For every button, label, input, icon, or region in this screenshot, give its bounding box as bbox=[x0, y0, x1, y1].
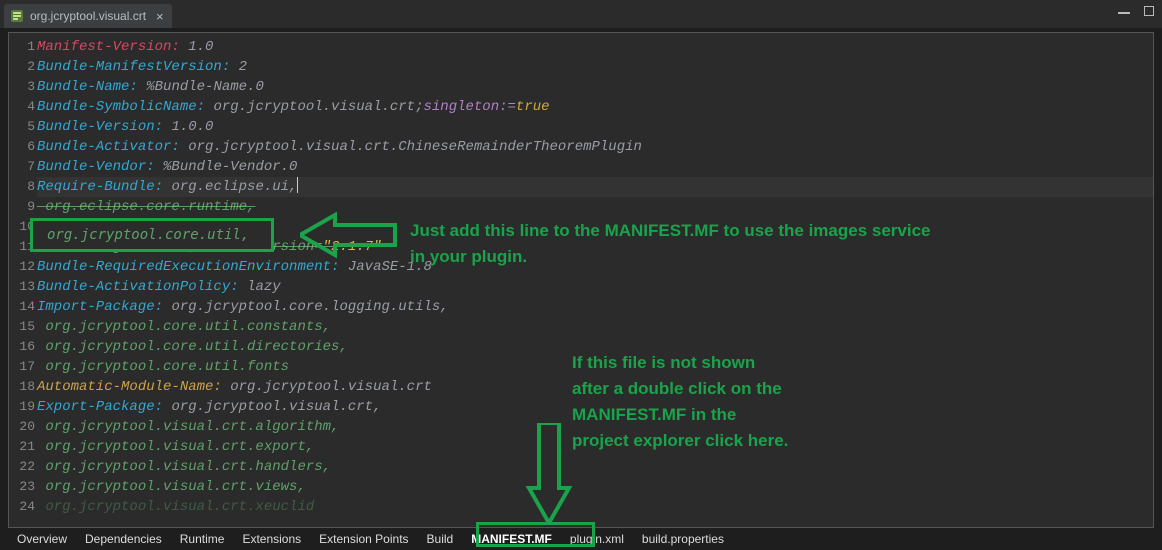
line-number: 23 bbox=[9, 477, 37, 497]
code-line[interactable]: org.jcryptool.visual.crt.xeuclid bbox=[37, 497, 1153, 517]
line-number: 5 bbox=[9, 117, 37, 137]
line-number: 4 bbox=[9, 97, 37, 117]
code-line[interactable]: org.jcryptool.visual.crt.handlers, bbox=[37, 457, 1153, 477]
code-line[interactable]: org.jcryptool.core.util.fonts bbox=[37, 357, 1153, 377]
bottom-tab-plugin-xml[interactable]: plugin.xml bbox=[561, 532, 633, 546]
line-number: 7 bbox=[9, 157, 37, 177]
tab-title: org.jcryptool.visual.crt bbox=[30, 9, 146, 23]
code-line[interactable]: com.lowagie.itext;bundle-version="2.1.7" bbox=[37, 237, 1153, 257]
editor[interactable]: 123456789101112131415161718192021222324 … bbox=[8, 32, 1154, 528]
bottom-tab-extension-points[interactable]: Extension Points bbox=[310, 532, 417, 546]
code-line[interactable]: Import-Package: org.jcryptool.core.loggi… bbox=[37, 297, 1153, 317]
code-line[interactable]: org.eclipse.core.runtime, bbox=[37, 197, 1153, 217]
code-line[interactable]: org.jcryptool.visual.crt.export, bbox=[37, 437, 1153, 457]
bottom-tab-runtime[interactable]: Runtime bbox=[171, 532, 234, 546]
code-line[interactable]: Bundle-SymbolicName: org.jcryptool.visua… bbox=[37, 97, 1153, 117]
line-number: 14 bbox=[9, 297, 37, 317]
code-line[interactable]: Bundle-ActivationPolicy: lazy bbox=[37, 277, 1153, 297]
editor-tab[interactable]: org.jcryptool.visual.crt × bbox=[4, 4, 172, 28]
bottom-tab-overview[interactable]: Overview bbox=[8, 532, 76, 546]
line-number: 13 bbox=[9, 277, 37, 297]
code-line[interactable]: org.jcryptool.core.util.directories, bbox=[37, 337, 1153, 357]
bottom-tab-manifest-mf[interactable]: MANIFEST.MF bbox=[462, 532, 561, 546]
line-number: 3 bbox=[9, 77, 37, 97]
minimize-icon[interactable] bbox=[1118, 12, 1130, 14]
code-area[interactable]: Manifest-Version: 1.0Bundle-ManifestVers… bbox=[37, 33, 1153, 517]
line-number: 9 bbox=[9, 197, 37, 217]
code-line[interactable]: Manifest-Version: 1.0 bbox=[37, 37, 1153, 57]
gutter: 123456789101112131415161718192021222324 bbox=[9, 33, 37, 517]
line-number: 22 bbox=[9, 457, 37, 477]
line-number: 20 bbox=[9, 417, 37, 437]
code-line[interactable]: Bundle-Version: 1.0.0 bbox=[37, 117, 1153, 137]
bottom-tab-build-properties[interactable]: build.properties bbox=[633, 532, 733, 546]
code-line[interactable]: Bundle-RequiredExecutionEnvironment: Jav… bbox=[37, 257, 1153, 277]
bottom-tab-extensions[interactable]: Extensions bbox=[233, 532, 310, 546]
code-line[interactable]: org.jcryptool.visual.crt.algorithm, bbox=[37, 417, 1153, 437]
line-number: 8 bbox=[9, 177, 37, 197]
code-line[interactable]: org.jcryptool.core.util.constants, bbox=[37, 317, 1153, 337]
code-line[interactable]: Bundle-Activator: org.jcryptool.visual.c… bbox=[37, 137, 1153, 157]
code-line[interactable]: Bundle-Vendor: %Bundle-Vendor.0 bbox=[37, 157, 1153, 177]
line-number: 17 bbox=[9, 357, 37, 377]
bottom-tab-bar: OverviewDependenciesRuntimeExtensionsExt… bbox=[8, 530, 1154, 548]
code-line[interactable]: Bundle-ManifestVersion: 2 bbox=[37, 57, 1153, 77]
code-line[interactable]: Bundle-Name: %Bundle-Name.0 bbox=[37, 77, 1153, 97]
code-line[interactable]: Automatic-Module-Name: org.jcryptool.vis… bbox=[37, 377, 1153, 397]
close-tab-icon[interactable]: × bbox=[156, 9, 164, 24]
bottom-tab-build[interactable]: Build bbox=[418, 532, 463, 546]
manifest-file-icon bbox=[10, 9, 24, 23]
code-line[interactable]: Export-Package: org.jcryptool.visual.crt… bbox=[37, 397, 1153, 417]
code-line[interactable]: Require-Bundle: org.eclipse.ui, bbox=[37, 177, 1153, 197]
editor-tab-bar: org.jcryptool.visual.crt × bbox=[0, 0, 1162, 28]
line-number: 10 bbox=[9, 217, 37, 237]
line-number: 6 bbox=[9, 137, 37, 157]
line-number: 15 bbox=[9, 317, 37, 337]
line-number: 18 bbox=[9, 377, 37, 397]
code-line[interactable]: org.jcryptool.visual.crt.views, bbox=[37, 477, 1153, 497]
line-number: 2 bbox=[9, 57, 37, 77]
line-number: 21 bbox=[9, 437, 37, 457]
line-number: 12 bbox=[9, 257, 37, 277]
line-number: 16 bbox=[9, 337, 37, 357]
code-line[interactable] bbox=[37, 217, 1153, 237]
line-number: 24 bbox=[9, 497, 37, 517]
line-number: 19 bbox=[9, 397, 37, 417]
line-number: 11 bbox=[9, 237, 37, 257]
bottom-tab-dependencies[interactable]: Dependencies bbox=[76, 532, 171, 546]
maximize-icon[interactable] bbox=[1144, 6, 1154, 16]
window-controls bbox=[1118, 6, 1154, 16]
line-number: 1 bbox=[9, 37, 37, 57]
